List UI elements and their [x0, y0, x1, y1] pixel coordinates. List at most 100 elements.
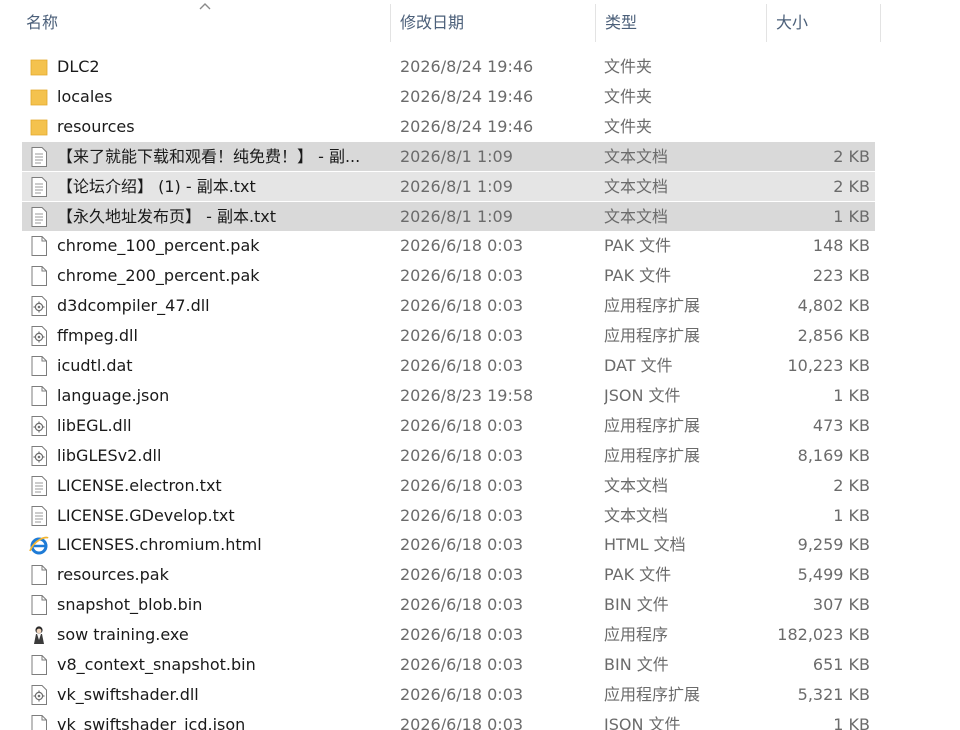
- text-file-icon: [28, 475, 50, 497]
- file-row[interactable]: sow training.exe 2026/6/18 0:03 应用程序 182,02…: [0, 620, 960, 650]
- file-modified-date: 2026/6/18 0:03: [400, 475, 524, 495]
- file-size: 1 KB: [833, 714, 870, 730]
- file-modified-date: 2026/6/18 0:03: [400, 595, 524, 615]
- file-name: 【来了就能下载和观看！纯免费！】 - 副...: [57, 146, 361, 166]
- file-row[interactable]: LICENSE.GDevelop.txt 2026/6/18 0:03 文本文档 1 …: [0, 501, 960, 531]
- column-divider[interactable]: [595, 4, 596, 42]
- file-modified-date: 2026/8/1 1:09: [400, 176, 513, 196]
- file-icon: [28, 265, 50, 287]
- file-modified-date: 2026/6/18 0:03: [400, 714, 524, 730]
- file-size: 2 KB: [833, 475, 870, 495]
- column-header-size[interactable]: 大小: [770, 0, 880, 44]
- file-row[interactable]: DLC2 2026/8/24 19:46 文件夹: [0, 52, 960, 82]
- file-size: 8,169 KB: [797, 445, 870, 465]
- file-icon: [28, 654, 50, 676]
- file-modified-date: 2026/8/23 19:58: [400, 385, 534, 405]
- file-modified-date: 2026/8/1 1:09: [400, 146, 513, 166]
- file-modified-date: 2026/6/18 0:03: [400, 505, 524, 525]
- file-name: libGLESv2.dll: [57, 445, 162, 465]
- file-row[interactable]: libGLESv2.dll 2026/6/18 0:03 应用程序扩展 8,169 K…: [0, 441, 960, 471]
- text-file-icon: [28, 146, 50, 168]
- file-row[interactable]: resources 2026/8/24 19:46 文件夹: [0, 112, 960, 142]
- file-type: 应用程序扩展: [604, 326, 701, 346]
- file-name: libEGL.dll: [57, 415, 132, 435]
- file-size: 9,259 KB: [797, 535, 870, 555]
- file-modified-date: 2026/6/18 0:03: [400, 326, 524, 346]
- file-type: 文本文档: [604, 505, 669, 525]
- file-row[interactable]: 【来了就能下载和观看！纯免费！】 - 副... 2026/8/1 1:09 文本文档…: [0, 141, 960, 172]
- folder-icon: [28, 86, 50, 108]
- file-modified-date: 2026/6/18 0:03: [400, 236, 524, 256]
- file-type: JSON 文件: [604, 714, 681, 730]
- file-size: 1 KB: [833, 505, 870, 525]
- file-size: 4,802 KB: [797, 296, 870, 316]
- column-header-name[interactable]: 名称: [20, 0, 390, 44]
- column-header-date[interactable]: 修改日期: [394, 0, 594, 44]
- file-modified-date: 2026/6/18 0:03: [400, 445, 524, 465]
- file-size: 1 KB: [833, 206, 870, 226]
- file-name: chrome_100_percent.pak: [57, 236, 260, 256]
- file-row[interactable]: 【论坛介绍】 (1) - 副本.txt 2026/8/1 1:09 文本文档 2 KB: [0, 171, 960, 202]
- file-type: 文件夹: [604, 116, 653, 136]
- file-type: PAK 文件: [604, 565, 672, 585]
- file-size: 2 KB: [833, 146, 870, 166]
- file-size: 5,321 KB: [797, 684, 870, 704]
- file-name: vk_swiftshader.dll: [57, 684, 199, 704]
- file-type: BIN 文件: [604, 655, 669, 674]
- file-modified-date: 2026/6/18 0:03: [400, 415, 524, 435]
- file-row[interactable]: vk_swiftshader_icd.json 2026/6/18 0:03 JSO…: [0, 710, 960, 730]
- file-name: LICENSE.GDevelop.txt: [57, 505, 235, 525]
- text-file-icon: [28, 176, 50, 198]
- file-row[interactable]: locales 2026/8/24 19:46 文件夹: [0, 82, 960, 112]
- file-name: locales: [57, 86, 113, 106]
- file-modified-date: 2026/6/18 0:03: [400, 565, 524, 585]
- file-type: 文本文档: [604, 146, 669, 166]
- file-size: 473 KB: [812, 415, 870, 435]
- file-row[interactable]: 【永久地址发布页】 - 副本.txt 2026/8/1 1:09 文本文档 1 KB: [0, 201, 960, 232]
- file-icon: [28, 355, 50, 377]
- file-row[interactable]: resources.pak 2026/6/18 0:03 PAK 文件 5,499 K…: [0, 560, 960, 590]
- file-type: 应用程序扩展: [604, 296, 701, 316]
- column-divider[interactable]: [390, 4, 391, 42]
- file-size: 307 KB: [812, 595, 870, 615]
- column-divider[interactable]: [766, 4, 767, 42]
- file-row[interactable]: LICENSE.electron.txt 2026/6/18 0:03 文本文档 2 …: [0, 471, 960, 501]
- file-row[interactable]: chrome_100_percent.pak 2026/6/18 0:03 PAK …: [0, 231, 960, 261]
- file-type: 文本文档: [604, 176, 669, 196]
- file-name: d3dcompiler_47.dll: [57, 296, 210, 316]
- column-header-type[interactable]: 类型: [599, 0, 764, 44]
- file-row[interactable]: LICENSES.chromium.html 2026/6/18 0:03 HTML…: [0, 530, 960, 560]
- ie-html-icon: [28, 534, 50, 556]
- file-size: [770, 82, 870, 112]
- file-size: 651 KB: [812, 655, 870, 674]
- file-type: 应用程序扩展: [604, 445, 701, 465]
- file-row[interactable]: d3dcompiler_47.dll 2026/6/18 0:03 应用程序扩展 4,…: [0, 291, 960, 321]
- file-row[interactable]: ffmpeg.dll 2026/6/18 0:03 应用程序扩展 2,856 KB: [0, 321, 960, 351]
- file-name: resources.pak: [57, 565, 169, 585]
- file-type: 文件夹: [604, 86, 653, 106]
- file-name: DLC2: [57, 57, 100, 76]
- file-row[interactable]: chrome_200_percent.pak 2026/6/18 0:03 PAK …: [0, 261, 960, 291]
- folder-icon: [28, 56, 50, 78]
- file-name: v8_context_snapshot.bin: [57, 655, 256, 674]
- file-row[interactable]: vk_swiftshader.dll 2026/6/18 0:03 应用程序扩展 5,…: [0, 680, 960, 710]
- file-size: 5,499 KB: [797, 565, 870, 585]
- column-divider[interactable]: [880, 4, 881, 42]
- file-type: 文本文档: [604, 475, 669, 495]
- file-row[interactable]: snapshot_blob.bin 2026/6/18 0:03 BIN 文件 307…: [0, 590, 960, 620]
- dll-file-icon: [28, 415, 50, 437]
- file-type: 应用程序扩展: [604, 415, 701, 435]
- file-row[interactable]: libEGL.dll 2026/6/18 0:03 应用程序扩展 473 KB: [0, 411, 960, 441]
- file-type: 应用程序扩展: [604, 684, 701, 704]
- file-row[interactable]: v8_context_snapshot.bin 2026/6/18 0:03 BIN…: [0, 650, 960, 680]
- file-row[interactable]: icudtl.dat 2026/6/18 0:03 DAT 文件 10,223 KB: [0, 351, 960, 381]
- file-name: snapshot_blob.bin: [57, 595, 203, 615]
- file-size: 2 KB: [833, 176, 870, 196]
- dll-file-icon: [28, 445, 50, 467]
- file-size: 182,023 KB: [777, 625, 870, 645]
- file-row[interactable]: language.json 2026/8/23 19:58 JSON 文件 1 KB: [0, 381, 960, 411]
- text-file-icon: [28, 505, 50, 527]
- file-name: resources: [57, 116, 135, 136]
- file-modified-date: 2026/6/18 0:03: [400, 535, 524, 555]
- file-modified-date: 2026/6/18 0:03: [400, 266, 524, 286]
